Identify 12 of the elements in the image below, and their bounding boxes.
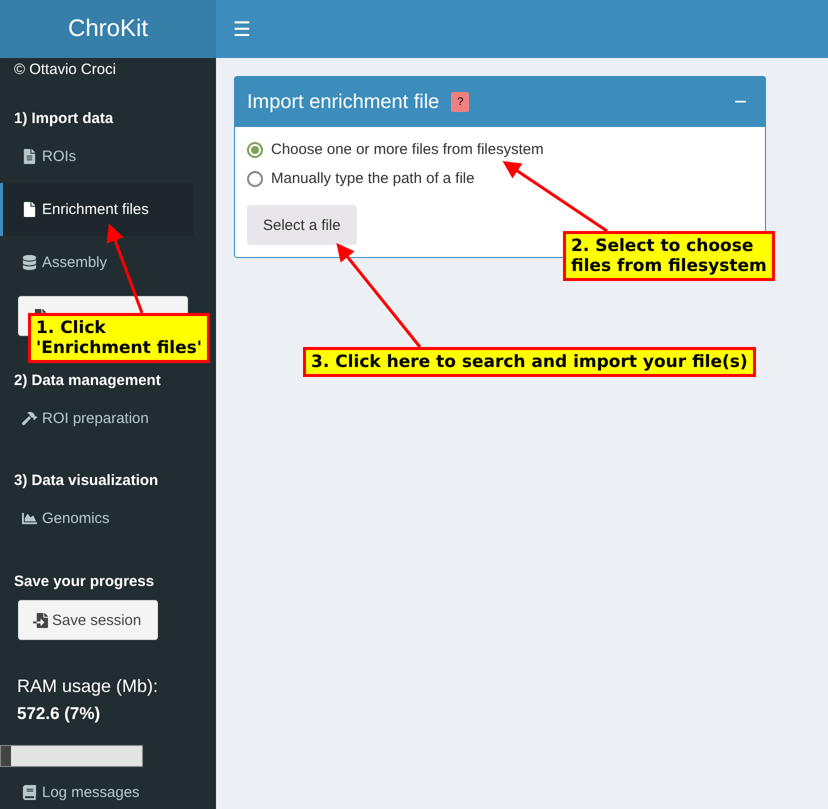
section-heading: 1) Import data	[13, 108, 114, 128]
ram-value: 572.6 (7%)	[16, 704, 102, 725]
copyright-text: © Ottavio Croci	[13, 60, 117, 80]
annotation-tooltip: 3. Click here to search and import your file(s)	[303, 347, 756, 377]
section-heading: Save your progress	[13, 572, 156, 592]
ram-label: RAM usage (Mb):	[16, 676, 160, 698]
panel-title: Import enrichment file	[247, 90, 440, 114]
app-logo: ChroKit	[0, 0, 216, 58]
section-heading: 2) Data management	[13, 370, 162, 390]
section-heading: 3) Data visualization	[13, 470, 160, 490]
annotation-tooltip: 1. Click 'Enrichment files'	[28, 313, 210, 363]
annotation-tooltip: 2. Select to choose files from filesystem	[563, 231, 775, 281]
